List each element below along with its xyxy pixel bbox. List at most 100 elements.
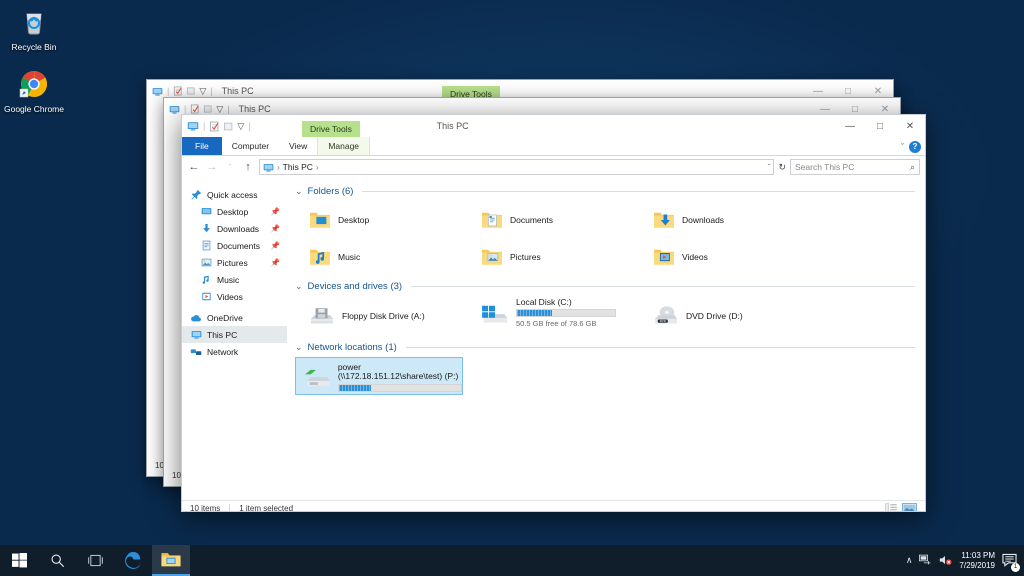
title-bar[interactable]: | ▽ | Drive Tools This PC — □ ✕ bbox=[182, 115, 925, 137]
large-icons-view-icon[interactable] bbox=[902, 502, 917, 513]
file-list-pane[interactable]: ⌄ Folders (6) Desktop Documents Download… bbox=[287, 178, 925, 500]
downloads-icon bbox=[200, 223, 212, 235]
forward-button[interactable]: → bbox=[205, 161, 219, 173]
properties-icon bbox=[191, 104, 199, 114]
folder-documents-icon bbox=[482, 212, 502, 228]
window-title: This PC bbox=[436, 121, 469, 131]
explorer-window-active[interactable]: | ▽ | Drive Tools This PC — □ ✕ File Com… bbox=[181, 114, 926, 512]
tab-file[interactable]: File bbox=[182, 137, 222, 155]
system-tray[interactable]: ∧ 11:03 PM 7/29/2019 1 bbox=[906, 551, 1024, 572]
search-button[interactable] bbox=[38, 545, 76, 576]
sidebar-item-downloads[interactable]: Downloads 📌 bbox=[182, 220, 287, 237]
properties-icon[interactable] bbox=[209, 121, 220, 132]
group-title: Devices and drives (3) bbox=[307, 281, 403, 292]
list-item[interactable]: Local Disk (C:) 50.5 GB free of 78.6 GB bbox=[467, 296, 639, 336]
recent-locations-button[interactable]: ˇ bbox=[223, 163, 237, 172]
quick-access-toolbar[interactable]: | ▽ | bbox=[152, 86, 214, 97]
task-view-button[interactable] bbox=[76, 545, 114, 576]
desktop-icon-google-chrome[interactable]: Google Chrome bbox=[2, 68, 66, 114]
list-item[interactable]: DVD DVD Drive (D:) bbox=[639, 296, 811, 336]
group-header-folders[interactable]: ⌄ Folders (6) bbox=[295, 186, 915, 197]
address-bar[interactable]: ← → ˇ ↑ › This PC › ˇ ↻ Search This PC ⌕ bbox=[182, 156, 925, 178]
network-icon bbox=[190, 346, 202, 358]
close-button[interactable]: ✕ bbox=[895, 115, 925, 137]
navigation-pane[interactable]: Quick access Desktop 📌 Downloads 📌 Docum… bbox=[182, 178, 287, 500]
sidebar-item-music[interactable]: Music bbox=[182, 271, 287, 288]
list-item[interactable]: Documents bbox=[467, 201, 639, 238]
desktop-icon-recycle-bin[interactable]: Recycle Bin bbox=[2, 6, 66, 52]
desktop-icon bbox=[200, 206, 212, 218]
pin-icon[interactable]: 📌 bbox=[271, 241, 280, 250]
status-bar: 10 items 1 item selected bbox=[182, 500, 925, 513]
tab-computer[interactable]: Computer bbox=[222, 137, 279, 155]
help-icon[interactable]: ? bbox=[909, 140, 921, 153]
network-tile-list[interactable]: power (\\172.18.151.12\share\test) (P:) bbox=[295, 357, 915, 395]
search-icon[interactable]: ⌕ bbox=[910, 162, 915, 173]
pictures-icon bbox=[200, 257, 212, 269]
start-button[interactable] bbox=[0, 545, 38, 576]
quick-access-toolbar[interactable]: | ▽ | bbox=[187, 120, 252, 132]
new-folder-icon[interactable] bbox=[223, 121, 234, 132]
group-header-devices[interactable]: ⌄ Devices and drives (3) bbox=[295, 281, 915, 292]
sidebar-item-network[interactable]: Network bbox=[182, 343, 287, 360]
breadcrumb-this-pc[interactable]: This PC bbox=[283, 162, 313, 172]
window-body: Quick access Desktop 📌 Downloads 📌 Docum… bbox=[182, 178, 925, 500]
group-header-network[interactable]: ⌄ Network locations (1) bbox=[295, 342, 915, 353]
this-pc-icon bbox=[263, 163, 274, 172]
network-tray-icon[interactable] bbox=[919, 554, 932, 568]
chevron-down-icon[interactable]: ⌄ bbox=[295, 186, 303, 197]
folders-tile-list[interactable]: Desktop Documents Downloads Music Pictur… bbox=[295, 201, 915, 275]
search-input[interactable]: Search This PC ⌕ bbox=[790, 159, 920, 175]
sidebar-item-label: Pictures bbox=[217, 257, 248, 268]
up-button[interactable]: ↑ bbox=[241, 161, 255, 173]
back-button[interactable]: ← bbox=[187, 161, 201, 173]
pin-icon[interactable]: 📌 bbox=[271, 224, 280, 233]
devices-tile-list[interactable]: Floppy Disk Drive (A:) Local Disk (C:) 5… bbox=[295, 296, 915, 336]
chevron-down-icon[interactable]: ⌄ bbox=[295, 342, 303, 353]
qat-dropdown-icon[interactable]: ▽ bbox=[237, 121, 244, 132]
clock[interactable]: 11:03 PM 7/29/2019 bbox=[959, 551, 995, 571]
window-controls[interactable]: — □ ✕ bbox=[835, 115, 925, 137]
chevron-down-icon[interactable]: ˇ bbox=[901, 142, 904, 152]
list-item-selected[interactable]: power (\\172.18.151.12\share\test) (P:) bbox=[295, 357, 463, 395]
maximize-button[interactable]: □ bbox=[865, 115, 895, 137]
list-item[interactable]: Floppy Disk Drive (A:) bbox=[295, 296, 467, 336]
edge-icon bbox=[124, 551, 141, 569]
sidebar-item-this-pc[interactable]: This PC bbox=[182, 326, 287, 343]
sidebar-item-desktop[interactable]: Desktop 📌 bbox=[182, 203, 287, 220]
taskbar[interactable]: ∧ 11:03 PM 7/29/2019 1 bbox=[0, 545, 1024, 576]
sidebar-item-pictures[interactable]: Pictures 📌 bbox=[182, 254, 287, 271]
list-item[interactable]: Desktop bbox=[295, 201, 467, 238]
edge-button[interactable] bbox=[114, 545, 152, 576]
list-item[interactable]: Pictures bbox=[467, 238, 639, 275]
address-field[interactable]: › This PC › ˇ bbox=[259, 159, 775, 175]
sidebar-item-videos[interactable]: Videos bbox=[182, 288, 287, 305]
sidebar-item-quick-access[interactable]: Quick access bbox=[182, 186, 287, 203]
breadcrumb-separator[interactable]: › bbox=[316, 163, 319, 172]
windows-drive-icon bbox=[482, 305, 507, 323]
chevron-up-icon[interactable]: ∧ bbox=[906, 555, 913, 566]
view-toggle-group[interactable] bbox=[885, 502, 917, 513]
list-item[interactable]: Videos bbox=[639, 238, 811, 275]
action-center-button[interactable]: 1 bbox=[1002, 553, 1020, 572]
pin-icon[interactable]: 📌 bbox=[271, 258, 280, 267]
tab-manage[interactable]: Manage bbox=[317, 137, 371, 155]
quick-access-toolbar[interactable]: | ▽ | bbox=[169, 104, 231, 115]
tab-view[interactable]: View bbox=[279, 137, 317, 155]
pin-icon[interactable]: 📌 bbox=[271, 207, 280, 216]
volume-muted-icon[interactable] bbox=[939, 554, 952, 568]
details-view-icon[interactable] bbox=[885, 503, 898, 512]
list-item[interactable]: Music bbox=[295, 238, 467, 275]
list-item[interactable]: Downloads bbox=[639, 201, 811, 238]
minimize-button[interactable]: — bbox=[835, 115, 865, 137]
chevron-down-icon[interactable]: ⌄ bbox=[295, 281, 303, 292]
contextual-tab-group-header: Drive Tools bbox=[302, 121, 360, 137]
sidebar-item-onedrive[interactable]: OneDrive bbox=[182, 309, 287, 326]
ribbon-tabs[interactable]: File Computer View Manage ˇ ? bbox=[182, 137, 925, 156]
folder-desktop-icon bbox=[310, 212, 330, 228]
file-explorer-button[interactable] bbox=[152, 545, 190, 576]
this-pc-icon[interactable] bbox=[187, 120, 199, 132]
refresh-button[interactable]: ↻ bbox=[778, 162, 786, 173]
sidebar-item-documents[interactable]: Documents 📌 bbox=[182, 237, 287, 254]
address-dropdown-icon[interactable]: ˇ bbox=[768, 163, 771, 172]
